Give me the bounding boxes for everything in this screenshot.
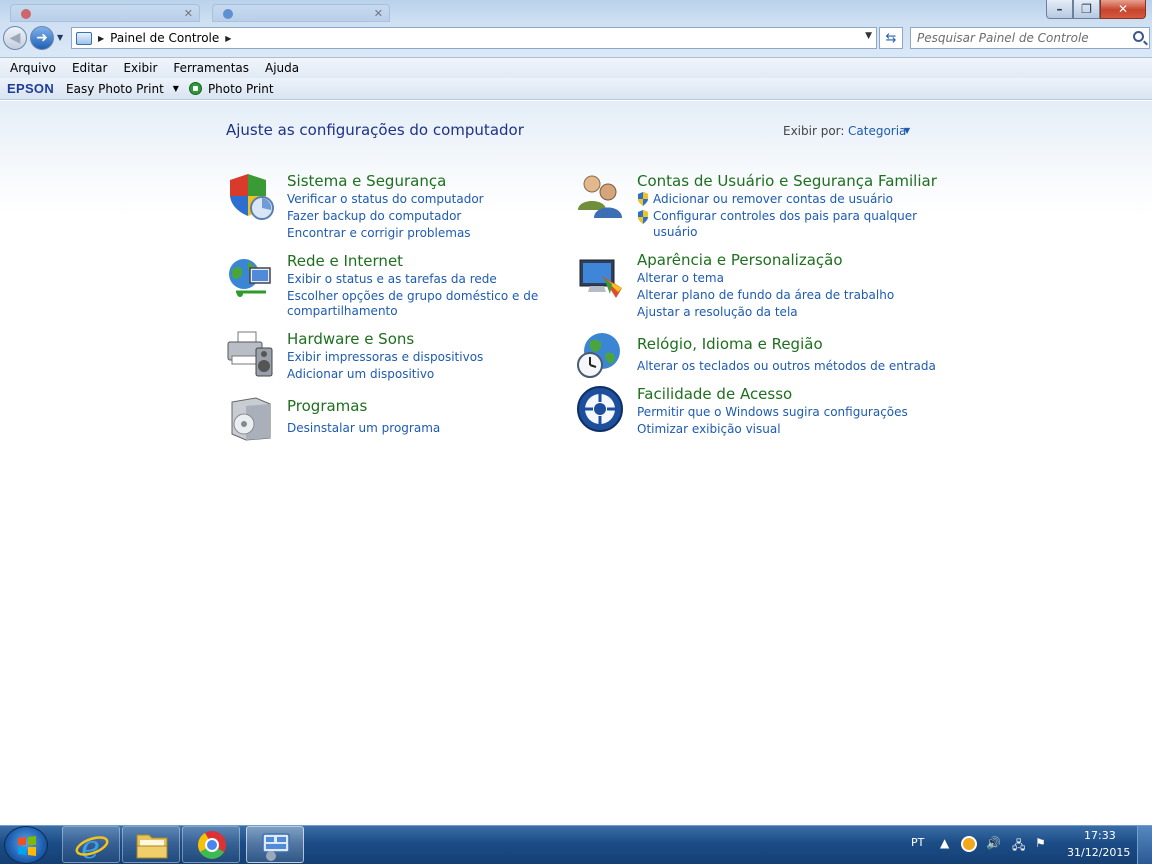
system-security-title[interactable]: Sistema e Segurança — [287, 172, 446, 190]
clock-time[interactable]: 17:33 — [1084, 829, 1116, 842]
language-indicator[interactable]: PT — [911, 836, 924, 849]
back-arrow-icon: ◀ — [9, 30, 21, 46]
breadcrumb-arrow-icon[interactable]: ▶ — [225, 34, 231, 43]
chrome-icon — [198, 831, 226, 859]
network-link-homegroup-cont[interactable]: compartilhamento — [287, 304, 398, 318]
tab-favicon-icon — [223, 9, 233, 19]
network-globe-icon[interactable] — [226, 254, 274, 302]
programs-title[interactable]: Programas — [287, 397, 367, 415]
network-link-homegroup[interactable]: Escolher opções de grupo doméstico e de — [287, 289, 538, 303]
hardware-link-printers[interactable]: Exibir impressoras e dispositivos — [287, 350, 483, 364]
hardware-sound-title[interactable]: Hardware e Sons — [287, 330, 414, 348]
system-link-backup[interactable]: Fazer backup do computador — [287, 209, 461, 223]
folder-icon — [136, 834, 168, 859]
uac-shield-icon — [638, 192, 648, 206]
programs-link-uninstall[interactable]: Desinstalar um programa — [287, 421, 440, 435]
access-link-suggest[interactable]: Permitir que o Windows sugira configuraç… — [637, 405, 908, 419]
close-button[interactable]: ✕ — [1100, 0, 1146, 19]
breadcrumb-arrow-icon[interactable]: ▶ — [98, 34, 104, 43]
menu-arquivo[interactable]: Arquivo — [6, 61, 60, 75]
user-accounts-title[interactable]: Contas de Usuário e Segurança Familiar — [637, 172, 937, 190]
breadcrumb-control-panel[interactable]: Painel de Controle — [110, 31, 219, 45]
tray-app-icon[interactable] — [961, 836, 977, 852]
network-link-status[interactable]: Exibir o status e as tarefas da rede — [287, 272, 497, 286]
recent-pages-dropdown-icon[interactable]: ▼ — [57, 33, 63, 42]
start-button[interactable] — [4, 826, 48, 864]
background-tab[interactable]: ✕ — [10, 4, 200, 22]
close-tab-icon[interactable]: ✕ — [184, 7, 193, 20]
printer-speaker-icon[interactable] — [226, 330, 274, 378]
svg-text:e: e — [81, 828, 100, 864]
control-panel-icon — [262, 833, 290, 861]
hardware-link-add-device[interactable]: Adicionar um dispositivo — [287, 367, 434, 381]
internet-explorer-icon: e — [75, 828, 109, 864]
show-desktop-button[interactable] — [1137, 826, 1152, 864]
clock-link-keyboards[interactable]: Alterar os teclados ou outros métodos de… — [637, 359, 936, 373]
forward-button[interactable]: ➜ — [30, 26, 54, 50]
control-panel-icon — [76, 31, 92, 45]
forward-arrow-icon: ➜ — [36, 30, 48, 46]
system-link-status[interactable]: Verificar o status do computador — [287, 192, 484, 206]
clock-region-title[interactable]: Relógio, Idioma e Região — [637, 335, 823, 353]
minimize-button[interactable]: – — [1046, 0, 1073, 19]
chevron-down-icon[interactable]: ▼ — [904, 126, 910, 135]
refresh-button[interactable]: ⇆ — [879, 27, 903, 49]
menu-ajuda[interactable]: Ajuda — [261, 61, 303, 75]
back-button[interactable]: ◀ — [3, 26, 27, 50]
view-by-dropdown[interactable]: Categoria — [848, 124, 906, 138]
volume-icon[interactable]: 🔊 — [986, 836, 1001, 850]
appearance-monitor-icon[interactable] — [576, 254, 624, 302]
restore-button[interactable]: ❐ — [1073, 0, 1100, 19]
network-icon[interactable]: 🖧 — [1012, 836, 1025, 857]
access-link-visual[interactable]: Otimizar exibição visual — [637, 422, 781, 436]
clock-globe-icon[interactable] — [576, 331, 624, 379]
control-panel-taskbar-button[interactable] — [246, 826, 304, 863]
menu-exibir[interactable]: Exibir — [119, 61, 161, 75]
close-tab-icon[interactable]: ✕ — [374, 7, 383, 20]
chevron-down-icon[interactable]: ▼ — [173, 84, 179, 93]
easy-photo-print-button[interactable]: Easy Photo Print — [66, 82, 164, 96]
menu-ferramentas[interactable]: Ferramentas — [169, 61, 253, 75]
security-shield-icon[interactable] — [226, 172, 274, 220]
chrome-taskbar-button[interactable] — [182, 826, 240, 863]
network-internet-title[interactable]: Rede e Internet — [287, 252, 403, 270]
photo-print-button[interactable]: Photo Print — [208, 82, 274, 96]
search-icon[interactable] — [1133, 31, 1144, 42]
ease-of-access-title[interactable]: Facilidade de Acesso — [637, 385, 792, 403]
appearance-link-resolution[interactable]: Ajustar a resolução da tela — [637, 305, 798, 319]
users-link-parental-cont[interactable]: usuário — [653, 225, 697, 239]
background-tab[interactable]: ✕ — [212, 4, 390, 22]
printer-icon — [188, 82, 202, 95]
menu-editar[interactable]: Editar — [68, 61, 112, 75]
epson-toolbar: EPSON Easy Photo Print ▼ Photo Print — [0, 78, 1152, 100]
menu-bar: Arquivo Editar Exibir Ferramentas Ajuda — [0, 58, 1152, 78]
users-link-add-remove[interactable]: Adicionar ou remover contas de usuário — [653, 192, 893, 206]
users-icon[interactable] — [576, 172, 624, 220]
ease-of-access-icon[interactable] — [576, 385, 624, 433]
search-box[interactable] — [910, 27, 1150, 49]
address-bar[interactable]: ▶ Painel de Controle ▶ ▼ — [71, 27, 877, 49]
explorer-taskbar-button[interactable] — [122, 826, 180, 863]
programs-box-icon[interactable] — [226, 394, 274, 442]
users-link-parental[interactable]: Configurar controles dos pais para qualq… — [653, 209, 917, 223]
appearance-link-theme[interactable]: Alterar o tema — [637, 271, 724, 285]
action-center-flag-icon[interactable]: ⚑ — [1035, 836, 1046, 850]
tab-favicon-icon — [21, 9, 31, 19]
windows-logo-icon — [18, 836, 36, 856]
view-by-label: Exibir por: — [783, 124, 845, 138]
epson-logo: EPSON — [7, 81, 55, 96]
search-input[interactable] — [911, 28, 1121, 48]
uac-shield-icon — [638, 210, 648, 224]
clock-date[interactable]: 31/12/2015 — [1067, 846, 1130, 859]
appearance-title[interactable]: Aparência e Personalização — [637, 251, 843, 269]
address-dropdown-icon[interactable]: ▼ — [865, 31, 872, 41]
refresh-icon: ⇆ — [885, 30, 897, 46]
internet-explorer-taskbar-button[interactable]: e — [62, 826, 120, 864]
appearance-link-background[interactable]: Alterar plano de fundo da área de trabal… — [637, 288, 894, 302]
show-hidden-icons-arrow-icon[interactable]: ▲ — [940, 836, 949, 850]
page-title: Ajuste as configurações do computador — [226, 121, 524, 139]
system-link-troubleshoot[interactable]: Encontrar e corrigir problemas — [287, 226, 471, 240]
